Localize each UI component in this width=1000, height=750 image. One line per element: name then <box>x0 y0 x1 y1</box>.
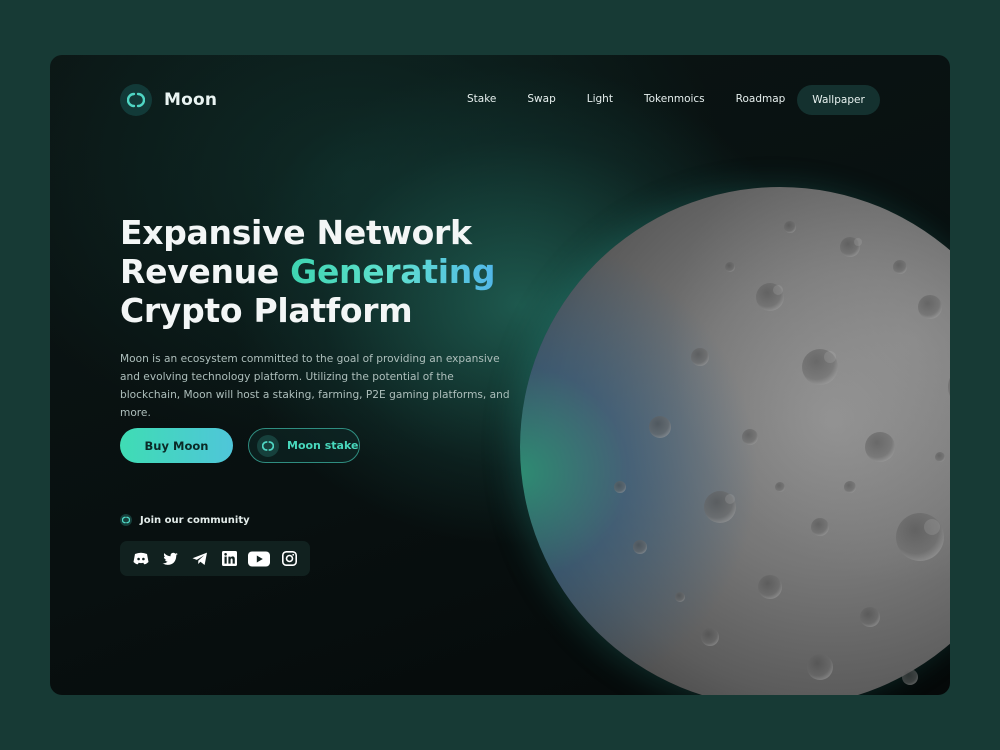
main-nav: Stake Swap Light Tokenmoics Roadmap <box>467 93 785 105</box>
nav-item-roadmap[interactable]: Roadmap <box>736 93 786 105</box>
hero-headline: Expansive Network Revenue Generating Cry… <box>120 213 496 330</box>
hero-description: Moon is an ecosystem committed to the go… <box>120 353 510 419</box>
moon-logo-icon <box>257 434 279 457</box>
nav-item-swap[interactable]: Swap <box>527 93 555 105</box>
headline-line-1: Expansive Network <box>120 213 472 252</box>
brand-logo[interactable]: Moon <box>120 84 217 116</box>
nav-item-stake[interactable]: Stake <box>467 93 496 105</box>
community-heading: Join our community <box>120 514 250 526</box>
moon-craters <box>614 221 950 685</box>
brand-name: Moon <box>164 90 218 110</box>
headline-line-2-prefix: Revenue <box>120 252 291 291</box>
headline-highlight: Generating <box>290 252 496 291</box>
twitter-icon[interactable] <box>159 548 181 570</box>
linkedin-icon[interactable] <box>219 548 241 570</box>
landing-page: Moon Stake Swap Light Tokenmoics Roadmap… <box>50 55 950 695</box>
moon-illustration <box>520 187 950 695</box>
wallpaper-button[interactable]: Wallpaper <box>797 85 880 115</box>
moon-logo-icon <box>120 84 152 116</box>
buy-moon-button[interactable]: Buy Moon <box>120 428 233 463</box>
discord-icon[interactable] <box>130 548 152 570</box>
moon-stake-button[interactable]: Moon stake <box>248 428 360 463</box>
instagram-icon[interactable] <box>278 548 300 570</box>
headline-line-3: Crypto Platform <box>120 291 413 330</box>
community-label: Join our community <box>140 514 250 526</box>
telegram-icon[interactable] <box>189 548 211 570</box>
youtube-icon[interactable] <box>248 548 271 570</box>
moon-logo-icon <box>120 514 132 526</box>
social-links <box>120 541 310 576</box>
nav-item-light[interactable]: Light <box>587 93 613 105</box>
moon-stake-label: Moon stake <box>287 439 359 452</box>
nav-item-tokenomics[interactable]: Tokenmoics <box>644 93 705 105</box>
